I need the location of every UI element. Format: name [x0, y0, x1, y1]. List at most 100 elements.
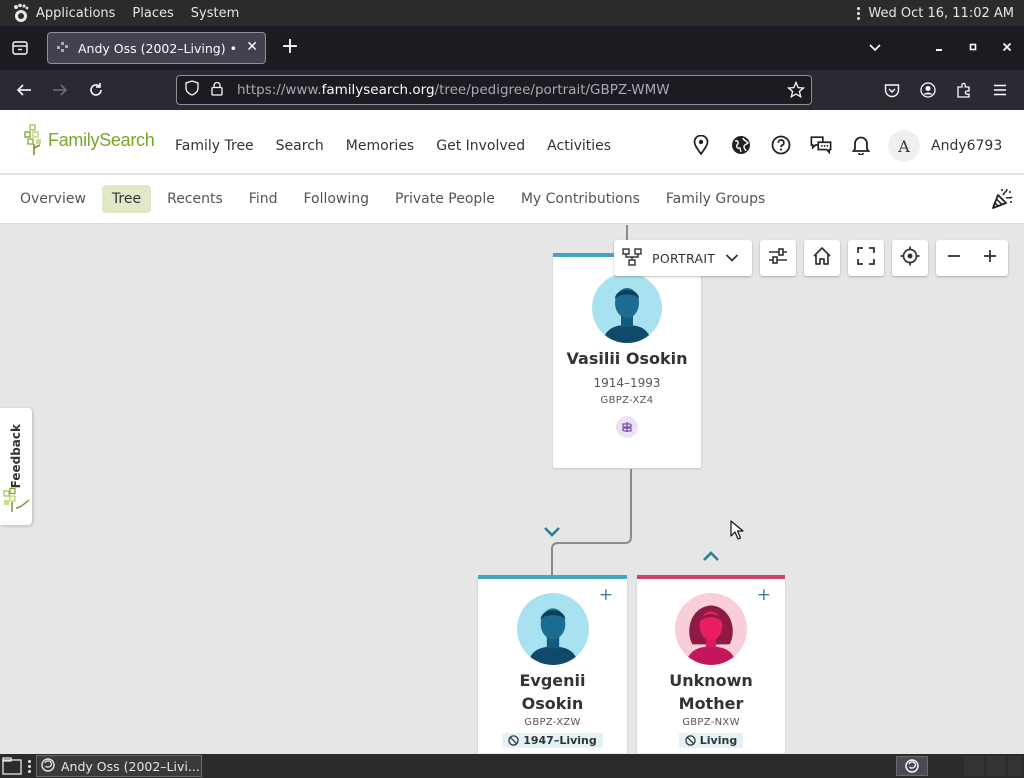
living-status-badge: 1947–Living [502, 733, 603, 748]
logo-text: FamilySearch [48, 129, 155, 150]
notifications-bell-icon[interactable] [850, 134, 872, 156]
tree-canvas[interactable]: Vasilii Osokin 1914–1993 GBPZ-XZ4 PORTRA… [0, 225, 1024, 753]
subnav-family-groups[interactable]: Family Groups [656, 185, 775, 213]
expand-children-chevron-icon[interactable] [543, 523, 561, 542]
expand-parents-chevron-icon[interactable] [702, 547, 720, 566]
person-name-last[interactable]: Mother [637, 692, 785, 715]
workspace-switcher-icon[interactable] [896, 756, 928, 776]
add-relative-plus-icon[interactable]: + [757, 587, 771, 604]
nav-get-involved[interactable]: Get Involved [436, 138, 525, 154]
new-tab-button[interactable]: + [280, 34, 300, 60]
logo-tree-icon [24, 124, 41, 155]
url-domain: familysearch.org [321, 82, 435, 98]
recenter-button[interactable] [892, 240, 928, 276]
username[interactable]: Andy6793 [931, 138, 1002, 154]
sliders-icon [768, 247, 788, 269]
site-header: FamilySearch Family Tree Search Memories… [0, 110, 1024, 174]
messages-icon[interactable] [810, 134, 832, 156]
system-menu[interactable]: System [191, 6, 239, 21]
address-bar[interactable]: https://www.familysearch.org/tree/pedigr… [176, 75, 812, 105]
tab-active[interactable]: Andy Oss (2002–Living) • Si ✕ [47, 32, 266, 64]
minimize-icon[interactable] [922, 41, 956, 56]
person-card-spouse[interactable]: + Unknown Mother GBPZ-NXW Living [637, 575, 785, 753]
subnav-overview[interactable]: Overview [10, 185, 96, 213]
female-avatar-icon [675, 593, 747, 665]
view-mode-label: PORTRAIT [652, 250, 716, 266]
location-pin-icon[interactable] [690, 134, 712, 156]
person-card-child[interactable]: + Evgenii Osokin GBPZ-XZW 1947–Living [478, 575, 627, 753]
places-menu[interactable]: Places [132, 6, 173, 21]
hamburger-menu-icon[interactable] [988, 78, 1012, 102]
workspace-4[interactable] [1008, 756, 1022, 776]
restricted-icon [508, 735, 519, 746]
home-button[interactable] [804, 240, 840, 276]
person-name[interactable]: Vasilii Osokin [553, 347, 701, 370]
nav-activities[interactable]: Activities [547, 138, 611, 154]
subnav-tree[interactable]: Tree [101, 185, 152, 213]
research-hint-icon[interactable] [616, 416, 638, 438]
workspace-3[interactable] [986, 756, 1006, 776]
url-text: https://www.familysearch.org/tree/pedigr… [237, 82, 670, 98]
nav-family-tree[interactable]: Family Tree [175, 138, 254, 154]
subnav-my-contributions[interactable]: My Contributions [511, 185, 650, 213]
zoom-out-icon[interactable] [946, 248, 962, 268]
taskbar-window-title: Andy Oss (2002–Livi... [61, 758, 200, 774]
restricted-icon [685, 735, 696, 746]
close-window-icon[interactable] [990, 41, 1024, 56]
taskbar-window-button[interactable]: Andy Oss (2002–Livi... [36, 755, 202, 777]
firefox-icon [41, 757, 55, 775]
lock-icon[interactable] [211, 81, 223, 100]
add-relative-plus-icon[interactable]: + [599, 587, 613, 604]
forward-arrow-icon[interactable] [48, 78, 72, 102]
back-arrow-icon[interactable] [12, 78, 36, 102]
subnav-find[interactable]: Find [239, 185, 288, 213]
account-icon[interactable] [916, 78, 940, 102]
zoom-in-icon[interactable] [982, 248, 998, 268]
show-desktop-icon[interactable] [2, 757, 22, 778]
person-name-first[interactable]: Evgenii [478, 669, 627, 692]
feedback-tree-icon [2, 487, 30, 518]
tree-subnav: Overview Tree Recents Find Following Pri… [0, 175, 1024, 224]
feedback-label: Feedback [9, 424, 23, 489]
person-card-father[interactable]: Vasilii Osokin 1914–1993 GBPZ-XZ4 [553, 253, 701, 468]
feedback-tab[interactable]: Feedback [0, 408, 32, 525]
tab-list-icon[interactable] [8, 36, 32, 60]
subnav-recents[interactable]: Recents [157, 185, 233, 213]
zoom-controls [936, 240, 1008, 276]
party-popper-icon[interactable] [990, 187, 1014, 211]
person-name-last[interactable]: Osokin [478, 692, 627, 715]
user-avatar[interactable]: A [888, 130, 920, 162]
globe-icon[interactable] [730, 134, 752, 156]
taskbar-handle-icon [28, 760, 31, 773]
tracking-shield-icon[interactable] [185, 80, 199, 100]
view-mode-dropdown[interactable]: PORTRAIT [614, 240, 752, 276]
help-icon[interactable] [770, 134, 792, 156]
person-id: GBPZ-XZ4 [600, 395, 654, 406]
workspace-2[interactable] [964, 756, 984, 776]
male-indicator-bar [478, 575, 627, 579]
extensions-icon[interactable] [952, 78, 976, 102]
subnav-following[interactable]: Following [293, 185, 379, 213]
nav-memories[interactable]: Memories [346, 138, 414, 154]
person-id: GBPZ-XZW [524, 717, 581, 728]
chevron-down-icon [725, 251, 739, 266]
clock[interactable]: Wed Oct 16, 11:02 AM [868, 6, 1014, 21]
fullscreen-button[interactable] [848, 240, 884, 276]
living-status-badge: Living [678, 733, 744, 748]
applications-menu[interactable]: Applications [36, 6, 115, 21]
gnome-foot-icon[interactable] [10, 2, 32, 24]
male-avatar-icon [592, 273, 662, 343]
nav-search[interactable]: Search [276, 138, 324, 154]
person-name-first[interactable]: Unknown [637, 669, 785, 692]
pocket-icon[interactable] [880, 78, 904, 102]
maximize-icon[interactable] [956, 41, 990, 56]
tree-view-icon [622, 247, 642, 270]
subnav-private-people[interactable]: Private People [385, 185, 505, 213]
url-path: /tree/pedigree/portrait/GBPZ-WMW [434, 82, 670, 98]
list-all-tabs-icon[interactable] [858, 41, 892, 56]
familysearch-logo[interactable]: FamilySearch [24, 122, 155, 158]
tree-settings-button[interactable] [760, 240, 796, 276]
tab-close-icon[interactable]: ✕ [246, 39, 258, 55]
reload-icon[interactable] [84, 78, 108, 102]
bookmark-star-icon[interactable] [786, 80, 806, 103]
